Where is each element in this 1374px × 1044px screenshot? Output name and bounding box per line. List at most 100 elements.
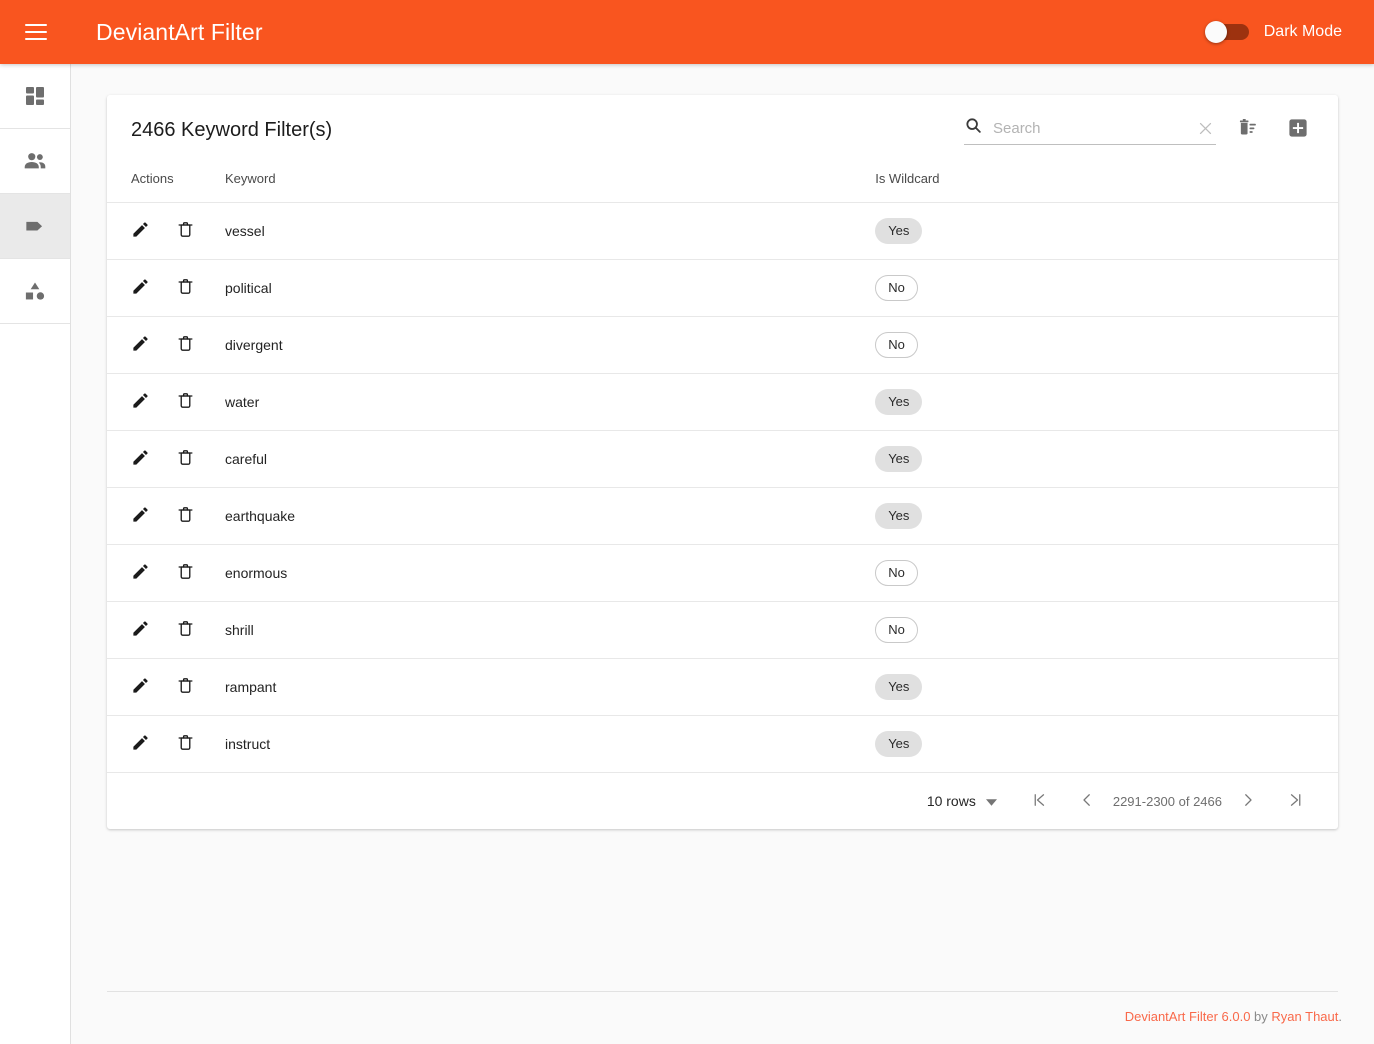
column-header-actions: Actions [131,170,174,186]
previous-page-button[interactable] [1067,781,1107,821]
footer-by-text: by [1250,1009,1272,1024]
sidebar-item-keywords[interactable] [0,194,70,258]
edit-pencil-icon [131,334,150,356]
add-filter-button[interactable] [1280,113,1316,149]
edit-row-button[interactable] [131,448,150,470]
keyword-cell: shrill [225,621,254,638]
card-header: 2466 Keyword Filter(s) [107,95,1338,166]
keyword-cell: earthquake [225,507,296,524]
chevron-right-icon [1239,791,1257,812]
edit-row-button[interactable] [131,220,150,242]
delete-all-button[interactable] [1230,113,1266,149]
app-title: DeviantArt Filter [96,18,263,45]
delete-sweep-icon [1237,117,1259,144]
table-row: political No [107,259,1338,316]
is-wildcard-cell: Yes [875,430,1338,487]
delete-trash-icon [176,277,195,299]
close-icon[interactable] [1195,120,1216,137]
row-actions-cell [107,202,225,259]
edit-row-button[interactable] [131,277,150,299]
edit-pencil-icon [131,562,150,584]
search-icon [964,116,983,140]
delete-row-button[interactable] [176,277,195,299]
is-wildcard-cell: Yes [875,373,1338,430]
keyword-cell: political [225,279,272,296]
wildcard-chip: No [875,559,918,586]
last-page-button[interactable] [1276,781,1316,821]
footer-divider [107,991,1338,992]
chevron-left-icon [1078,791,1096,812]
is-wildcard-cell: No [875,601,1338,658]
keyword-filters-table: Actions Keyword Is Wildcard vessel Yes pol… [107,166,1338,772]
table-row: enormous No [107,544,1338,601]
delete-trash-icon [176,334,195,356]
edit-row-button[interactable] [131,334,150,356]
keyword-filters-card: 2466 Keyword Filter(s) Search Actions Ke… [107,95,1338,829]
delete-row-button[interactable] [176,505,195,527]
edit-row-button[interactable] [131,562,150,584]
wildcard-chip: Yes [875,388,923,415]
keyword-cell: vessel [225,222,265,239]
keyword-cell: careful [225,450,268,467]
wildcard-chip: No [875,274,918,301]
rows-per-page-select[interactable]: 10 rows [927,793,997,809]
delete-row-button[interactable] [176,391,195,413]
search-field[interactable] [964,116,1216,145]
table-body: vessel Yes political No divergent No water Yes c… [107,202,1338,772]
delete-trash-icon [176,619,195,641]
last-page-icon [1287,791,1305,812]
wildcard-chip: Yes [875,673,923,700]
main-content: 2466 Keyword Filter(s) Search Actions Ke… [71,64,1374,1044]
is-wildcard-cell: Yes [875,658,1338,715]
search-input[interactable] [993,119,1195,137]
edit-row-button[interactable] [131,391,150,413]
delete-trash-icon [176,391,195,413]
sidebar-item-users[interactable] [0,129,70,193]
delete-row-button[interactable] [176,733,195,755]
app-version-link[interactable]: DeviantArt Filter 6.0.0 [1125,1009,1251,1024]
next-page-button[interactable] [1228,781,1268,821]
first-page-button[interactable] [1019,781,1059,821]
delete-row-button[interactable] [176,619,195,641]
table-header-row: Actions Keyword Is Wildcard [107,166,1338,202]
is-wildcard-cell: Yes [875,715,1338,772]
author-link[interactable]: Ryan Thaut [1271,1009,1338,1024]
wildcard-chip: No [875,331,918,358]
delete-trash-icon [176,220,195,242]
wildcard-chip: Yes [875,217,923,244]
wildcard-chip: Yes [875,445,923,472]
is-wildcard-cell: No [875,316,1338,373]
rows-per-page-label: 10 rows [926,793,976,809]
tag-icon [22,213,48,239]
delete-row-button[interactable] [176,334,195,356]
dashboard-icon [23,84,47,108]
table-row: careful Yes [107,430,1338,487]
delete-row-button[interactable] [176,448,195,470]
column-header-is-wildcard: Is Wildcard [875,170,940,186]
paginator: 10 rows 2291-2300 of 2466 [107,772,1338,829]
delete-trash-icon [176,676,195,698]
delete-row-button[interactable] [176,562,195,584]
row-actions-cell [107,544,225,601]
keyword-cell: rampant [225,678,277,695]
edit-row-button[interactable] [131,505,150,527]
delete-row-button[interactable] [176,220,195,242]
edit-row-button[interactable] [131,619,150,641]
sidebar-item-dashboard[interactable] [0,64,70,128]
row-actions-cell [107,430,225,487]
row-actions-cell [107,715,225,772]
table-header: Actions Keyword Is Wildcard [107,166,1338,202]
delete-trash-icon [176,733,195,755]
is-wildcard-cell: No [875,544,1338,601]
table-row: instruct Yes [107,715,1338,772]
edit-row-button[interactable] [131,733,150,755]
delete-row-button[interactable] [176,676,195,698]
hamburger-menu-icon[interactable] [16,12,56,52]
category-icon [22,278,48,304]
pagination-range-label: 2291-2300 of 2466 [1112,793,1222,809]
sidebar-item-categories[interactable] [0,259,70,323]
edit-row-button[interactable] [131,676,150,698]
appbar-actions: Dark Mode [1204,21,1342,43]
dark-mode-toggle[interactable] [1204,21,1251,43]
keyword-cell: divergent [225,336,283,353]
